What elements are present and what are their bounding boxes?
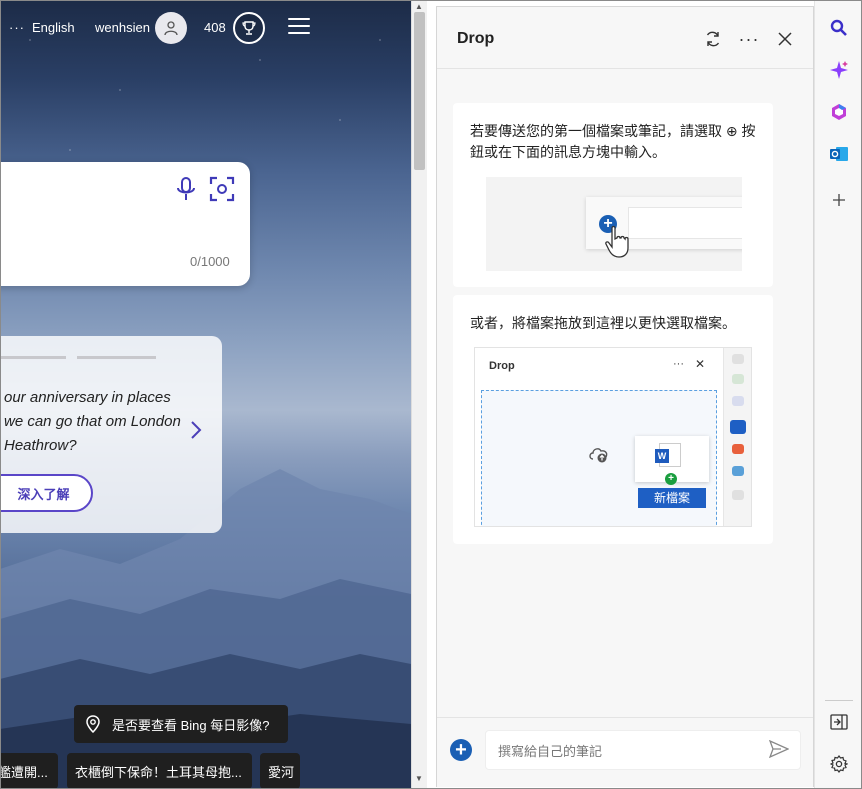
scroll-thumb[interactable] xyxy=(414,12,425,170)
carousel-indicator[interactable] xyxy=(0,356,66,359)
language-link[interactable]: English xyxy=(32,20,75,35)
drop-panel: Drop ··· 若要傳送您的第一個檔案或筆記，請選取 ⊕ 按鈕或在下面的訊息方… xyxy=(436,6,814,787)
office-icon[interactable] xyxy=(827,100,851,124)
rewards-button[interactable] xyxy=(233,12,265,44)
refresh-icon xyxy=(706,31,720,47)
suggestion-card[interactable]: our anniversary in places we can go that… xyxy=(0,336,222,533)
visual-search-icon[interactable] xyxy=(209,176,235,202)
panel-title: Drop xyxy=(457,30,495,47)
news-item[interactable]: 艦遭開... xyxy=(0,753,58,789)
more-options-button[interactable]: ··· xyxy=(737,27,761,51)
scroll-up-arrow[interactable]: ▲ xyxy=(415,2,423,11)
bing-topbar: ··· English wenhsien 408 xyxy=(0,10,411,46)
tip-text: 或者，將檔案拖放到這裡以更快選取檔案。 xyxy=(470,315,736,331)
tip-card-drag-drop: 或者，將檔案拖放到這裡以更快選取檔案。 Drop ··· ✕ W + 新檔案 xyxy=(453,295,773,544)
trophy-icon xyxy=(242,21,256,35)
char-counter: 0/1000 xyxy=(190,254,230,269)
user-icon xyxy=(164,21,178,36)
send-icon[interactable] xyxy=(769,740,789,758)
outlook-icon[interactable] xyxy=(827,142,851,166)
edge-sidebar xyxy=(814,0,862,789)
more-options-button[interactable]: ··· xyxy=(9,20,25,35)
tip-card-add-button: 若要傳送您的第一個檔案或筆記，請選取 ⊕ 按鈕或在下面的訊息方塊中輸入。 + xyxy=(453,103,773,287)
add-button-illustration: + xyxy=(486,177,742,271)
add-icon: + xyxy=(665,473,677,485)
suggestion-text: our anniversary in places we can go that… xyxy=(4,389,181,454)
scroll-down-arrow[interactable]: ▼ xyxy=(415,774,423,783)
bing-homepage: ··· English wenhsien 408 0/1000 our anni… xyxy=(0,0,411,789)
rewards-points[interactable]: 408 xyxy=(204,20,226,35)
toast-text: 是否要查看 Bing 每日影像? xyxy=(112,717,270,733)
tip-text: 若要傳送您的第一個檔案或筆記，請選取 ⊕ 按鈕或在下面的訊息方塊中輸入。 xyxy=(470,123,756,160)
new-file-label: 新檔案 xyxy=(638,488,706,508)
microphone-icon[interactable] xyxy=(175,176,197,202)
hand-pointer-icon xyxy=(605,225,629,258)
news-item[interactable]: 愛河 xyxy=(260,753,300,789)
search-icon[interactable] xyxy=(827,16,851,40)
carousel-indicator[interactable] xyxy=(77,356,156,359)
close-icon xyxy=(778,32,792,46)
refresh-button[interactable] xyxy=(701,27,725,51)
chat-input-box[interactable]: 0/1000 xyxy=(0,162,250,286)
menu-icon[interactable] xyxy=(288,18,310,36)
location-pin-icon xyxy=(86,715,100,733)
page-scrollbar[interactable]: ▲ ▼ xyxy=(411,0,427,789)
split-screen-icon[interactable] xyxy=(827,710,851,734)
daily-image-toast[interactable]: 是否要查看 Bing 每日影像? xyxy=(74,705,288,743)
chevron-right-icon[interactable] xyxy=(190,420,202,440)
drop-composer: + 撰寫給自己的筆記 xyxy=(437,717,813,787)
drag-drop-illustration: Drop ··· ✕ W + 新檔案 xyxy=(474,347,752,527)
settings-icon[interactable] xyxy=(827,752,851,776)
add-icon[interactable] xyxy=(827,188,851,212)
word-icon: W xyxy=(655,443,681,467)
cloud-upload-icon xyxy=(589,448,608,463)
learn-more-button[interactable]: 深入了解 xyxy=(0,474,93,512)
copilot-icon[interactable] xyxy=(827,58,851,82)
close-button[interactable] xyxy=(773,27,797,51)
note-input[interactable]: 撰寫給自己的筆記 xyxy=(485,730,801,770)
add-file-button[interactable]: + xyxy=(450,739,472,761)
username-link[interactable]: wenhsien xyxy=(95,20,150,35)
avatar[interactable] xyxy=(155,12,187,44)
drop-header: Drop ··· xyxy=(437,7,813,69)
news-item[interactable]: 衣櫃倒下保命！土耳其母抱... xyxy=(67,753,252,789)
